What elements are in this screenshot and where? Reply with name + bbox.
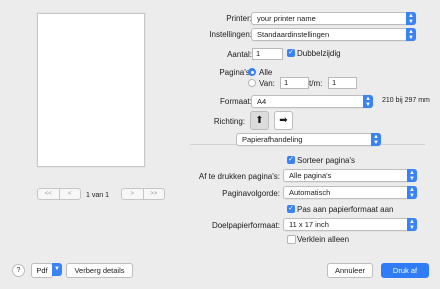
pages-all-label: Alle [259,68,273,77]
page-order-select[interactable]: Automatisch ▲ ▼ [283,186,417,199]
print-preview [37,13,145,167]
copies-input[interactable]: 1 [252,48,283,60]
pages-from-label: Van: [259,79,275,88]
pages-from-input[interactable]: 1 [280,77,309,89]
duplex-label: Dubbelzijdig [297,49,341,58]
section-value: Papierafhandeling [242,135,303,144]
portrait-button[interactable]: ⬆ [250,111,269,130]
collate-label: Sorteer pagina's [297,156,356,165]
page-order-value: Automatisch [289,188,331,197]
orientation-label: Richting: [213,117,245,126]
pages-all-radio[interactable] [248,68,256,76]
pages-to-print-label: Af te drukken pagina's: [198,172,280,181]
landscape-button[interactable]: ➡ [274,111,293,130]
help-button[interactable]: ? [12,264,25,277]
scale-to-fit-label: Pas aan papierformaat aan [297,205,394,214]
dest-paper-value: 11 x 17 inch [289,220,329,229]
printer-label: Printer: [226,14,252,23]
pdf-menu-chevron-icon[interactable]: ▼ [52,263,62,276]
pages-to-print-value: Alle pagina's [289,171,332,180]
dest-paper-select[interactable]: 11 x 17 inch ▲ ▼ [283,218,417,231]
chevron-updown-icon: ▲ ▼ [363,95,373,108]
dest-paper-label: Doelpapierformaat: [211,221,280,230]
printer-select[interactable]: your printer name ▲ ▼ [251,12,416,25]
pages-label: Pagina's: [219,68,252,77]
paper-size-label: Formaat: [219,97,252,106]
print-button[interactable]: Druk af [381,263,429,278]
scale-down-checkbox[interactable] [287,235,296,244]
chevron-updown-icon: ▲ ▼ [407,218,417,231]
paper-size-value: A4 [257,97,267,106]
chevron-updown-icon: ▲ ▼ [407,169,417,182]
copies-label: Aantal: [227,50,252,59]
presets-value: Standaardinstellingen [257,30,330,39]
paper-dimensions: 210 bij 297 mm [382,97,430,104]
presets-select[interactable]: Standaardinstellingen ▲ ▼ [251,28,416,41]
hide-details-button[interactable]: Verberg details [66,263,133,278]
portrait-icon: ⬆ [255,115,264,126]
scale-down-label: Verklein alleen [297,235,350,244]
pages-to-print-select[interactable]: Alle pagina's ▲ ▼ [283,169,417,182]
prev-page-button[interactable]: < [58,189,81,199]
pages-to-input[interactable]: 1 [328,77,357,89]
chevron-updown-icon: ▲ ▼ [407,186,417,199]
preview-nav-back-group: << < [37,188,81,200]
landscape-icon: ➡ [279,115,288,126]
next-page-button[interactable]: > [122,189,143,199]
duplex-checkbox[interactable]: ✓ [287,49,295,57]
paper-size-select[interactable]: A4 ▲ ▼ [251,95,373,108]
last-page-button[interactable]: >> [142,189,165,199]
preview-nav-forward-group: > >> [121,188,165,200]
page-order-label: Paginavolgorde: [222,189,280,198]
printer-value: your printer name [257,14,316,23]
chevron-updown-icon: ▲ ▼ [406,28,416,41]
section-select[interactable]: Papierafhandeling ▲ ▼ [236,133,381,146]
presets-label: Instellingen: [209,30,252,39]
collate-checkbox[interactable]: ✓ [287,156,295,164]
chevron-updown-icon: ▲ ▼ [406,12,416,25]
first-page-button[interactable]: << [38,189,59,199]
cancel-button[interactable]: Annuleer [327,263,373,278]
page-count: 1 van 1 [86,192,109,199]
chevron-updown-icon: ▲ ▼ [371,133,381,146]
scale-to-fit-checkbox[interactable]: ✓ [287,205,295,213]
pdf-button[interactable]: Pdf [31,263,53,278]
pages-range-radio[interactable] [248,79,256,87]
pages-to-label: t/m: [309,79,323,88]
